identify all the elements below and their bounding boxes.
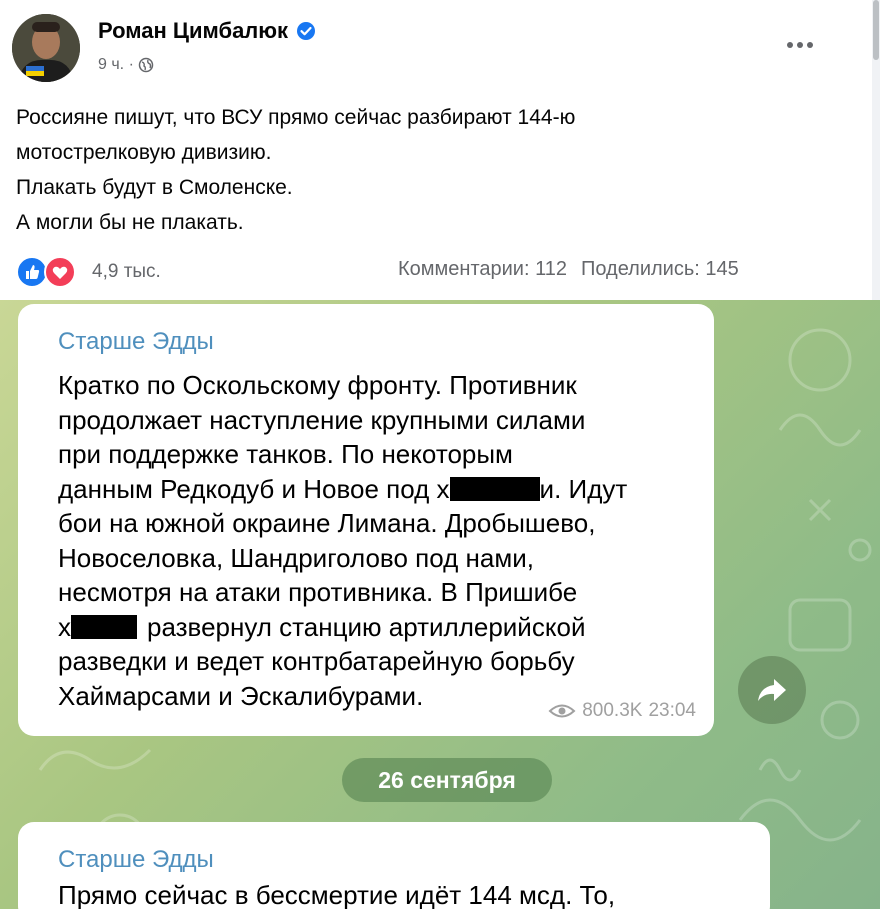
views-count: 800.3K [582, 700, 643, 721]
message-meta: 800.3K 23:04 [548, 700, 696, 722]
message-line-part: х [58, 611, 71, 642]
message-line: Кратко по Оскольскому фронту. Противник [58, 370, 577, 400]
share-arrow-icon [758, 679, 786, 701]
scrollbar[interactable] [872, 0, 880, 300]
date-separator: 26 сентября [342, 758, 552, 802]
message-line: данным Редкодуб и Новое под х и. Идут [58, 472, 627, 507]
scrollbar-thumb[interactable] [873, 0, 879, 60]
eye-icon [548, 704, 576, 718]
message-line: продолжает наступление крупными силами [58, 404, 586, 435]
message-line: Новоселовка, Шандриголово под нами, [58, 542, 534, 573]
post-author[interactable]: Роман Цимбалюк [98, 18, 316, 44]
message-line: при поддержке танков. По некоторым [58, 439, 513, 469]
message-text: Кратко по Оскольскому фронту. Противник … [58, 368, 627, 713]
post-text-line: мотострелковую дивизию. [16, 141, 272, 164]
verified-badge-icon [297, 22, 316, 40]
message-time: 23:04 [648, 700, 696, 721]
message-line-part: и. Идут [539, 473, 628, 504]
facebook-post: Роман Цимбалюк 9 ч. · Россияне пишут, чт… [0, 0, 880, 300]
message-sender[interactable]: Старше Эдды [58, 328, 214, 356]
avatar[interactable] [12, 14, 80, 82]
message-line-part: развернул станцию артиллерийской [147, 611, 586, 642]
telegram-chat: Старше Эдды Кратко по Оскольскому фронту… [0, 300, 880, 909]
redaction-bar [449, 476, 540, 501]
more-options-button[interactable] [782, 30, 818, 60]
message-line: бои на южной окраине Лимана. Дробышево, [58, 508, 596, 538]
message-line-part: данным Редкодуб и Новое под х [58, 473, 450, 504]
post-meta: 9 ч. · [98, 56, 154, 74]
message-line: несмотря на атаки противника. В Пришибе [58, 577, 578, 607]
message-line: Прямо сейчас в бессмертие идёт 144 мсд. … [58, 880, 616, 909]
reaction-icons [16, 256, 78, 288]
message-line: разведки и ведет контрбатарейную борьбу [58, 646, 575, 676]
message-bubble[interactable]: Старше Эдды Кратко по Оскольскому фронту… [18, 304, 714, 736]
more-dots-icon [787, 42, 793, 48]
post-text-line: Плакать будут в Смоленске. [16, 176, 293, 199]
message-sender[interactable]: Старше Эдды [58, 846, 214, 874]
author-name[interactable]: Роман Цимбалюк [98, 18, 288, 44]
globe-icon[interactable] [138, 57, 154, 73]
post-time[interactable]: 9 ч. · [98, 56, 134, 74]
message-line: Хаймарсами и Эскалибурами. [58, 680, 424, 711]
reactions-summary[interactable]: 4,9 тыс. [16, 256, 161, 288]
post-text: Россияне пишут, что ВСУ прямо сейчас раз… [16, 100, 575, 240]
comments-count[interactable]: Комментарии: 112 [398, 258, 567, 281]
post-text-line: А могли бы не плакать. [16, 211, 244, 234]
love-reaction-icon [44, 256, 76, 288]
redaction-bar [71, 614, 137, 639]
shares-count[interactable]: Поделились: 145 [581, 258, 739, 281]
post-stats: Комментарии: 112 Поделились: 145 [398, 258, 739, 281]
message-bubble[interactable]: Старше Эдды Прямо сейчас в бессмертие ид… [18, 822, 770, 909]
post-text-line: Россияне пишут, что ВСУ прямо сейчас раз… [16, 106, 576, 129]
avatar-photo [12, 14, 80, 82]
message-line: х развернул станцию артиллерийской [58, 610, 627, 645]
share-button[interactable] [738, 656, 806, 724]
message-text: Прямо сейчас в бессмертие идёт 144 мсд. … [58, 878, 615, 909]
reactions-count[interactable]: 4,9 тыс. [92, 261, 161, 283]
